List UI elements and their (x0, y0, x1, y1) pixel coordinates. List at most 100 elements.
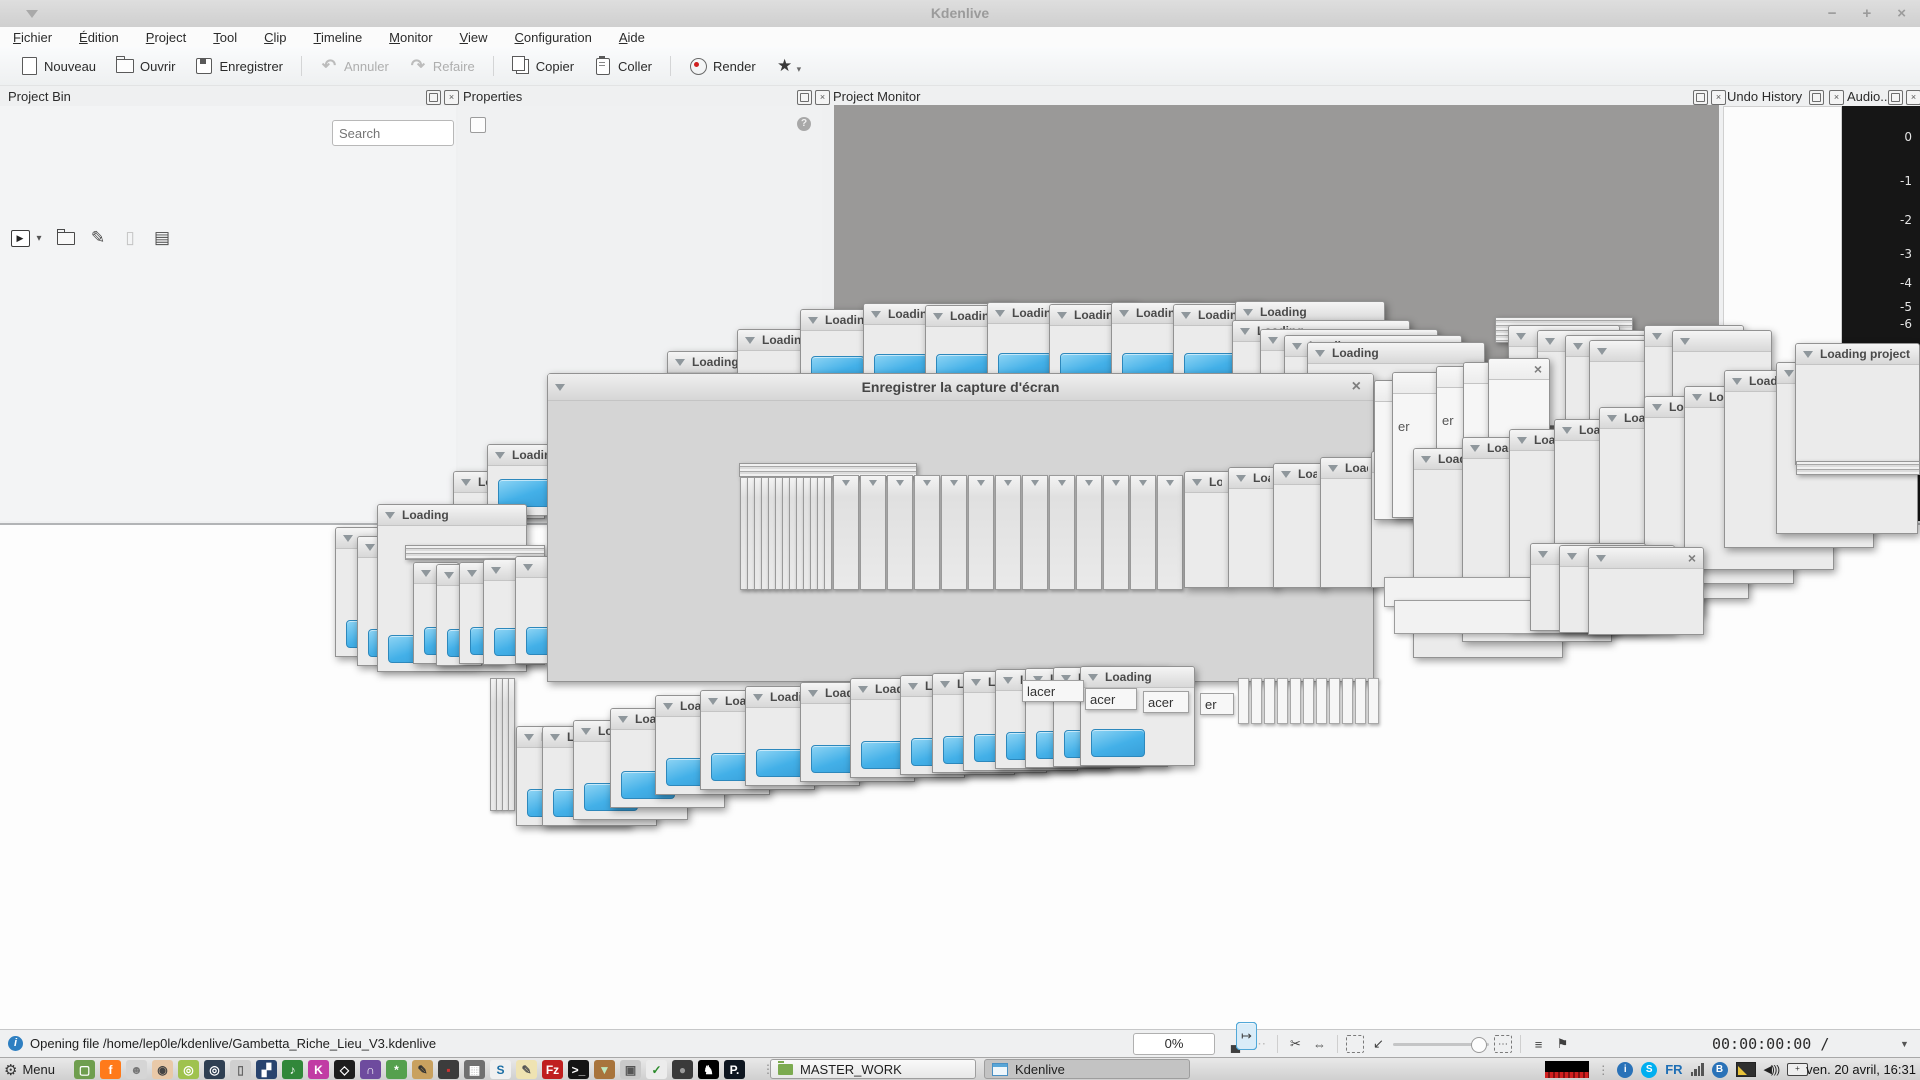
progress-thumbnail (498, 479, 552, 507)
dialog-title: Loading (1345, 461, 1368, 475)
collapse-triangle-icon (421, 570, 431, 577)
stacked-dialog-strip (1076, 475, 1102, 590)
collapse-triangle-icon (1112, 480, 1120, 486)
stacked-dialog-strip (1103, 475, 1129, 590)
collapse-triangle-icon (663, 703, 673, 710)
close-icon[interactable]: × (1352, 379, 1361, 395)
collapse-triangle-icon (1784, 370, 1794, 377)
stacked-dialog-strip (887, 475, 913, 590)
collapse-triangle-icon (896, 480, 904, 486)
collapse-triangle-icon (871, 311, 881, 318)
collapse-triangle-icon (1236, 475, 1246, 482)
dialog-text-fragment: er (1442, 413, 1454, 428)
dialog-text-fragment: er (1398, 419, 1410, 434)
collapse-triangle-icon (940, 681, 950, 688)
collapse-triangle-icon (1517, 437, 1527, 444)
collapse-triangle-icon (467, 570, 477, 577)
stacked-dialog-strip (1238, 678, 1249, 724)
collapse-triangle-icon (1652, 404, 1662, 411)
collapse-triangle-icon (555, 384, 565, 391)
collapse-triangle-icon (977, 480, 985, 486)
collapse-triangle-icon (524, 734, 534, 741)
stacked-dialog-strip (1355, 678, 1366, 724)
collapse-triangle-icon (1545, 338, 1555, 345)
stacked-dialog-strip (1342, 678, 1353, 724)
collapse-triangle-icon (1243, 309, 1253, 316)
collapse-triangle-icon (495, 452, 505, 459)
dialog-titlebar[interactable]: × (1489, 359, 1549, 380)
collapse-triangle-icon (745, 337, 755, 344)
collapse-triangle-icon (1058, 480, 1066, 486)
dialog-titlebar[interactable]: Enregistrer la capture d'écran× (548, 374, 1373, 401)
collapse-triangle-icon (1470, 445, 1480, 452)
loading-dialog: × (1588, 547, 1704, 635)
dialog-title: Loading (1332, 346, 1477, 360)
collapse-triangle-icon (1292, 343, 1302, 350)
stacked-dialog-strip (1022, 475, 1048, 590)
dialog-titlebar[interactable] (1673, 331, 1771, 352)
collapse-triangle-icon (1421, 456, 1431, 463)
stacked-dialog-strip (995, 475, 1021, 590)
dialog-title: Loading (1298, 467, 1317, 481)
collapse-triangle-icon (1562, 427, 1572, 434)
dialog-titlebar[interactable]: Loading (1081, 667, 1194, 688)
collapse-triangle-icon (1192, 479, 1202, 486)
collapse-triangle-icon (491, 567, 501, 574)
collapse-triangle-icon (1031, 480, 1039, 486)
stacked-dialog-strip (1303, 678, 1314, 724)
dialog-title: Loading (402, 508, 519, 522)
stacked-dialog-strip (941, 475, 967, 590)
collapse-triangle-icon (1607, 415, 1617, 422)
dialog-title: Loading (1260, 305, 1377, 319)
dialog-titlebar[interactable]: Loading (1308, 343, 1484, 364)
collapse-triangle-icon (343, 535, 353, 542)
stacked-dialog-strip (914, 475, 940, 590)
collapse-triangle-icon (581, 728, 591, 735)
dialog-title: Loading (1209, 475, 1222, 489)
stacked-dialog-strip (1049, 475, 1075, 590)
collapse-triangle-icon (808, 317, 818, 324)
stacked-titlebars (1796, 461, 1920, 475)
collapse-triangle-icon (1088, 674, 1098, 681)
collapse-triangle-icon (550, 734, 560, 741)
collapse-triangle-icon (858, 686, 868, 693)
dialog-titlebar[interactable]: Loading (1321, 458, 1375, 479)
dialog-titlebar[interactable]: Loading (1185, 472, 1229, 493)
dialog-button-fragment: acer (1143, 691, 1189, 713)
collapse-triangle-icon (1240, 328, 1250, 335)
collapse-triangle-icon (1803, 351, 1813, 358)
dialog-title: Loading project (1820, 347, 1912, 361)
kdenlive-window: Kdenlive − + × FichierÉditionProjectTool… (0, 0, 1920, 1080)
collapse-triangle-icon (1315, 350, 1325, 357)
loading-dialog: Loading project (1795, 343, 1920, 465)
stacked-dialog-strip (1368, 678, 1379, 724)
collapse-triangle-icon (842, 480, 850, 486)
collapse-triangle-icon (675, 359, 685, 366)
collapse-triangle-icon (523, 564, 533, 571)
collapse-triangle-icon (365, 544, 375, 551)
collapse-triangle-icon (933, 313, 943, 320)
collapse-triangle-icon (753, 694, 763, 701)
collapse-triangle-icon (618, 716, 628, 723)
dialog-titlebar[interactable]: × (1589, 548, 1703, 569)
dialog-titlebar[interactable]: Loading (378, 505, 526, 526)
collapse-triangle-icon (1057, 312, 1067, 319)
close-icon[interactable]: × (1688, 551, 1696, 565)
collapse-triangle-icon (1692, 394, 1702, 401)
dialog-layer: Loading Loading Loading Loading Loading Loadi… (0, 0, 1920, 1080)
dialog-titlebar[interactable]: Loading (1274, 464, 1324, 485)
loading-dialog: Loading (1080, 666, 1195, 766)
close-icon[interactable]: × (1534, 362, 1542, 376)
loading-dialog: Loading (1184, 471, 1230, 588)
dialog-button-fragment: er (1200, 693, 1234, 715)
loading-dialog: Loading (1228, 467, 1278, 588)
collapse-triangle-icon (1573, 343, 1583, 350)
dialog-titlebar[interactable]: Loading (1229, 468, 1277, 489)
dialog-button-fragment: acer (1085, 688, 1137, 710)
dialog-titlebar[interactable]: Loading project (1796, 344, 1919, 365)
collapse-triangle-icon (385, 512, 395, 519)
collapse-triangle-icon (1567, 553, 1577, 560)
dialog-title: Loading (1105, 670, 1187, 684)
collapse-triangle-icon (1538, 551, 1548, 558)
stacked-dialog-strip (968, 475, 994, 590)
